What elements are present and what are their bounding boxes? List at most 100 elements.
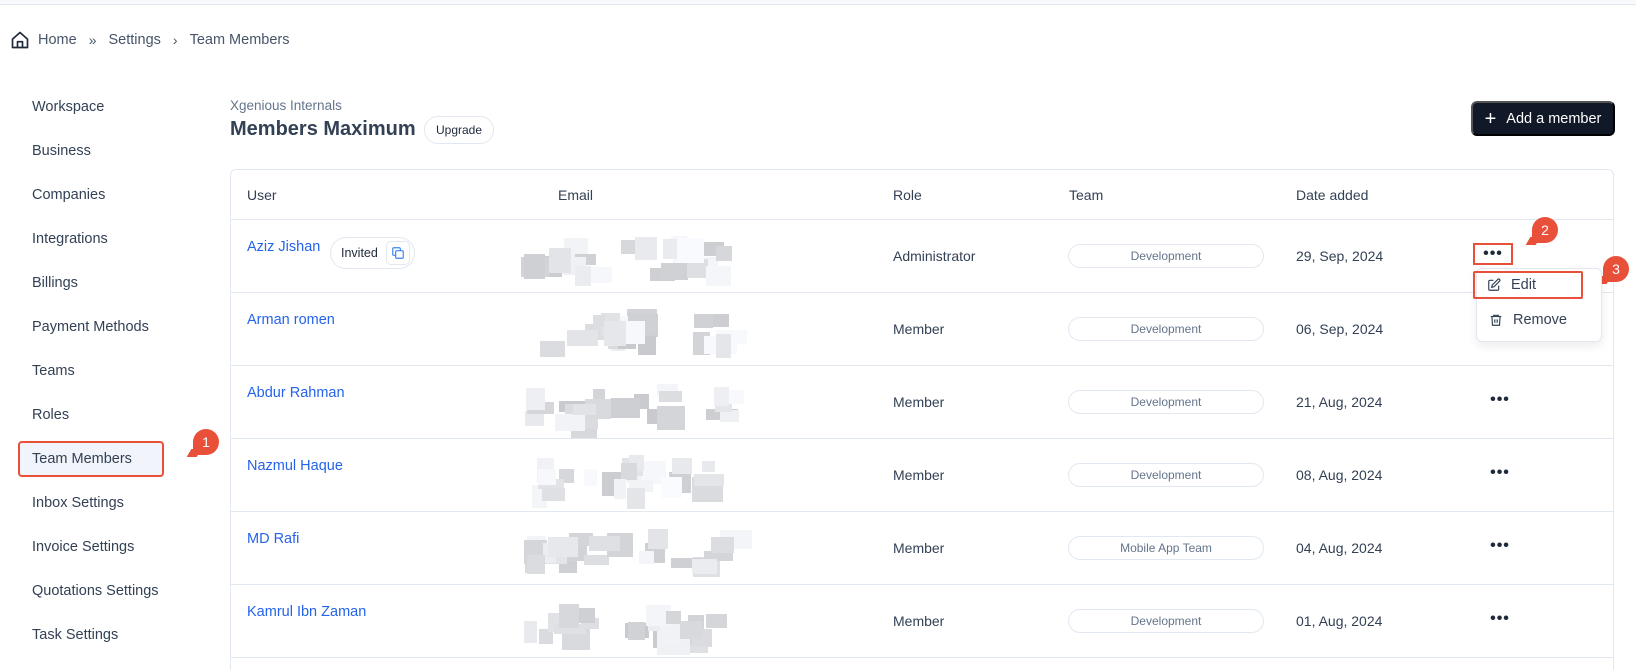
table-row: Kamrul Ibn Zaman Member Development 01, …	[231, 585, 1613, 658]
more-actions-button[interactable]: •••	[1481, 462, 1519, 484]
column-header-role: Role	[893, 187, 922, 203]
date-added-cell: 01, Aug, 2024	[1296, 613, 1383, 629]
redaction-pixel	[648, 529, 668, 549]
menu-item-edit-label: Edit	[1511, 277, 1536, 293]
redaction-pixel	[625, 321, 645, 344]
redaction-pixel	[567, 330, 598, 346]
role-cell: Member	[893, 613, 945, 629]
copy-invite-button[interactable]	[385, 241, 410, 265]
redaction-pixel	[589, 536, 620, 551]
column-header-team: Team	[1069, 187, 1104, 203]
redaction-pixel	[716, 246, 732, 261]
email-redacted	[521, 449, 791, 509]
top-border	[0, 0, 1636, 5]
redaction-pixel	[659, 391, 682, 402]
add-member-button[interactable]: + Add a member	[1471, 101, 1615, 136]
sidebar-item-teams[interactable]: Teams	[18, 353, 164, 389]
redaction-pixel	[524, 621, 537, 643]
members-table: User Email Role Team Date added Aziz Jis…	[230, 169, 1614, 670]
add-member-label: Add a member	[1506, 110, 1602, 127]
settings-sidebar: Workspace Business Companies Integration…	[18, 89, 218, 661]
user-name-link[interactable]: Nazmul Haque	[247, 458, 343, 474]
home-icon[interactable]	[10, 30, 30, 50]
table-row: Abdur Rahman Member Development 21, Aug,…	[231, 366, 1613, 439]
menu-item-remove[interactable]: Remove	[1477, 305, 1601, 335]
redaction-pixel	[614, 479, 626, 499]
sidebar-item-business[interactable]: Business	[18, 133, 164, 169]
team-badge: Development	[1068, 463, 1264, 487]
breadcrumb-settings[interactable]: Settings	[108, 32, 160, 48]
redaction-pixel	[694, 314, 713, 328]
table-row: Nazmul Haque Member Development 08, Aug,…	[231, 439, 1613, 512]
sidebar-item-roles[interactable]: Roles	[18, 397, 164, 433]
redaction-pixel	[666, 611, 681, 624]
redaction-pixel	[716, 334, 731, 358]
user-name-link[interactable]: Arman romen	[247, 312, 335, 328]
user-name-link[interactable]: Kamrul Ibn Zaman	[247, 604, 366, 620]
redaction-pixel	[527, 555, 545, 574]
user-name-link[interactable]: Aziz Jishan	[247, 239, 320, 255]
sidebar-item-team-members[interactable]: Team Members	[18, 441, 164, 477]
redaction-pixel	[559, 604, 579, 628]
page-title: Members Maximum	[230, 118, 416, 140]
redaction-pixel	[540, 341, 565, 357]
more-actions-button[interactable]: •••	[1481, 389, 1519, 411]
breadcrumb: Home » Settings › Team Members	[10, 30, 289, 50]
sidebar-item-workspace[interactable]: Workspace	[18, 89, 164, 125]
invited-status-badge: Invited	[330, 237, 415, 269]
redaction-pixel	[711, 537, 734, 553]
menu-item-edit[interactable]: Edit	[1473, 271, 1583, 299]
user-name-link[interactable]: Abdur Rahman	[247, 385, 345, 401]
table-row: Arman romen Member Development 06, Sep, …	[231, 293, 1613, 366]
sidebar-item-task-settings[interactable]: Task Settings	[18, 617, 164, 653]
plus-icon: +	[1484, 107, 1497, 130]
redaction-pixel	[611, 398, 640, 418]
redaction-pixel	[661, 263, 688, 280]
role-cell: Member	[893, 394, 945, 410]
redaction-pixel	[584, 469, 597, 486]
redaction-pixel	[588, 267, 612, 283]
breadcrumb-home[interactable]: Home	[38, 32, 77, 48]
sidebar-item-billings[interactable]: Billings	[18, 265, 164, 301]
user-name-link[interactable]: MD Rafi	[247, 531, 299, 547]
redaction-pixel	[524, 254, 545, 279]
more-actions-button[interactable]: •••	[1481, 608, 1519, 630]
email-redacted	[521, 303, 791, 358]
redaction-pixel	[621, 463, 637, 480]
sidebar-item-inbox-settings[interactable]: Inbox Settings	[18, 485, 164, 521]
table-header: User Email Role Team Date added	[231, 170, 1613, 220]
redaction-pixel	[692, 559, 717, 574]
sidebar-item-invoice-settings[interactable]: Invoice Settings	[18, 529, 164, 565]
redaction-pixel	[672, 458, 692, 474]
more-actions-button[interactable]: •••	[1481, 535, 1519, 557]
role-cell: Member	[893, 540, 945, 556]
redaction-pixel	[542, 488, 565, 501]
sidebar-item-integrations[interactable]: Integrations	[18, 221, 164, 257]
sidebar-item-payment-methods[interactable]: Payment Methods	[18, 309, 164, 345]
copy-icon	[392, 247, 404, 259]
date-added-cell: 21, Aug, 2024	[1296, 394, 1383, 410]
breadcrumb-current: Team Members	[189, 32, 290, 48]
redaction-pixel	[548, 537, 578, 557]
role-cell: Member	[893, 321, 945, 337]
table-row: MD Rafi Member Mobile App Team 04, Aug, …	[231, 512, 1613, 585]
team-badge: Development	[1068, 244, 1264, 268]
annotation-marker-3: 3	[1603, 256, 1629, 282]
redaction-pixel	[706, 614, 727, 628]
redaction-pixel	[555, 414, 585, 431]
redaction-pixel	[577, 608, 595, 623]
sidebar-item-companies[interactable]: Companies	[18, 177, 164, 213]
organization-name: Xgenious Internals	[230, 98, 342, 113]
invited-label: Invited	[341, 246, 378, 260]
more-actions-button[interactable]: •••	[1473, 243, 1513, 265]
upgrade-button[interactable]: Upgrade	[424, 116, 495, 144]
redaction-pixel	[573, 404, 596, 415]
annotation-marker-1: 1	[193, 429, 219, 455]
redaction-pixel	[677, 238, 704, 263]
breadcrumb-separator-chevron-icon: ›	[172, 32, 178, 48]
row-actions-menu: Edit Remove	[1473, 268, 1602, 342]
redaction-pixel	[694, 474, 724, 486]
annotation-marker-2: 2	[1532, 217, 1558, 243]
sidebar-item-quotations-settings[interactable]: Quotations Settings	[18, 573, 164, 609]
column-header-date-added: Date added	[1296, 187, 1369, 203]
